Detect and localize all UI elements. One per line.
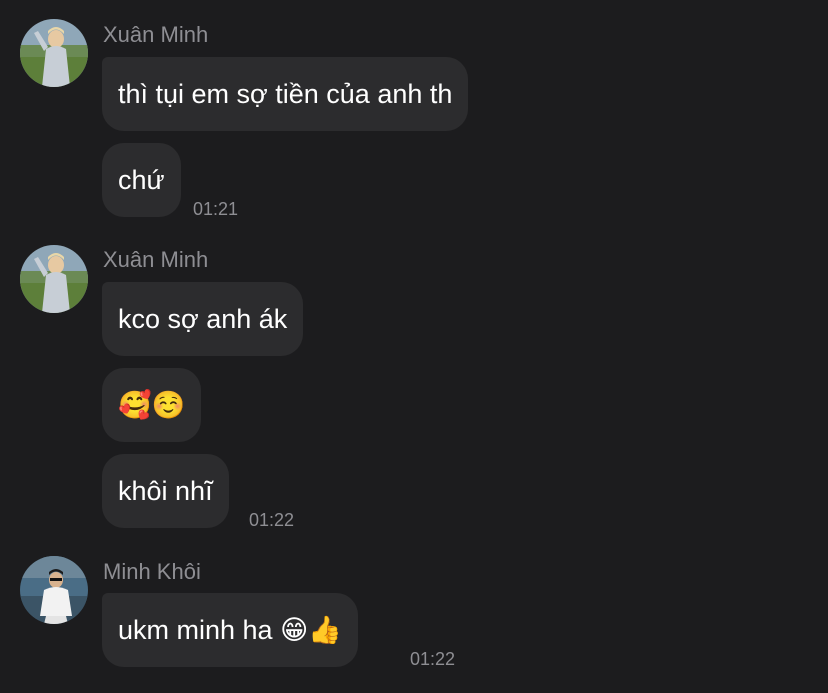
message-text: kco sợ anh ák [118, 303, 288, 334]
message-bubble[interactable]: kco sợ anh ák [102, 282, 304, 356]
avatar-minh-khoi[interactable] [20, 556, 88, 624]
avatar-xuan-minh[interactable] [20, 19, 88, 87]
message-timestamp: 01:21 [193, 199, 239, 219]
chat-thread: Xuân Minh thì tụi em sợ tiền của anh th … [0, 0, 828, 693]
message-bubble[interactable]: khôi nhĩ [102, 454, 229, 528]
sender-name: Xuân Minh [103, 247, 209, 272]
message-text: khôi nhĩ [118, 475, 213, 506]
message-bubble[interactable]: chứ [102, 143, 181, 217]
sender-name: Xuân Minh [103, 22, 209, 47]
message-timestamp: 01:22 [249, 510, 295, 530]
message-emoji: 🥰☺️ [118, 390, 186, 421]
message-text: ukm minh ha 😁👍 [118, 615, 342, 645]
message-bubble[interactable]: ukm minh ha 😁👍 [102, 593, 358, 667]
message-bubble[interactable]: 🥰☺️ [102, 368, 202, 442]
message-bubble[interactable]: thì tụi em sợ tiền của anh th [102, 57, 469, 131]
message-text: thì tụi em sợ tiền của anh th [118, 78, 453, 109]
message-text: chứ [118, 164, 165, 195]
sender-name: Minh Khôi [103, 559, 201, 584]
avatar-xuan-minh[interactable] [20, 245, 88, 313]
message-timestamp: 01:22 [410, 649, 456, 669]
